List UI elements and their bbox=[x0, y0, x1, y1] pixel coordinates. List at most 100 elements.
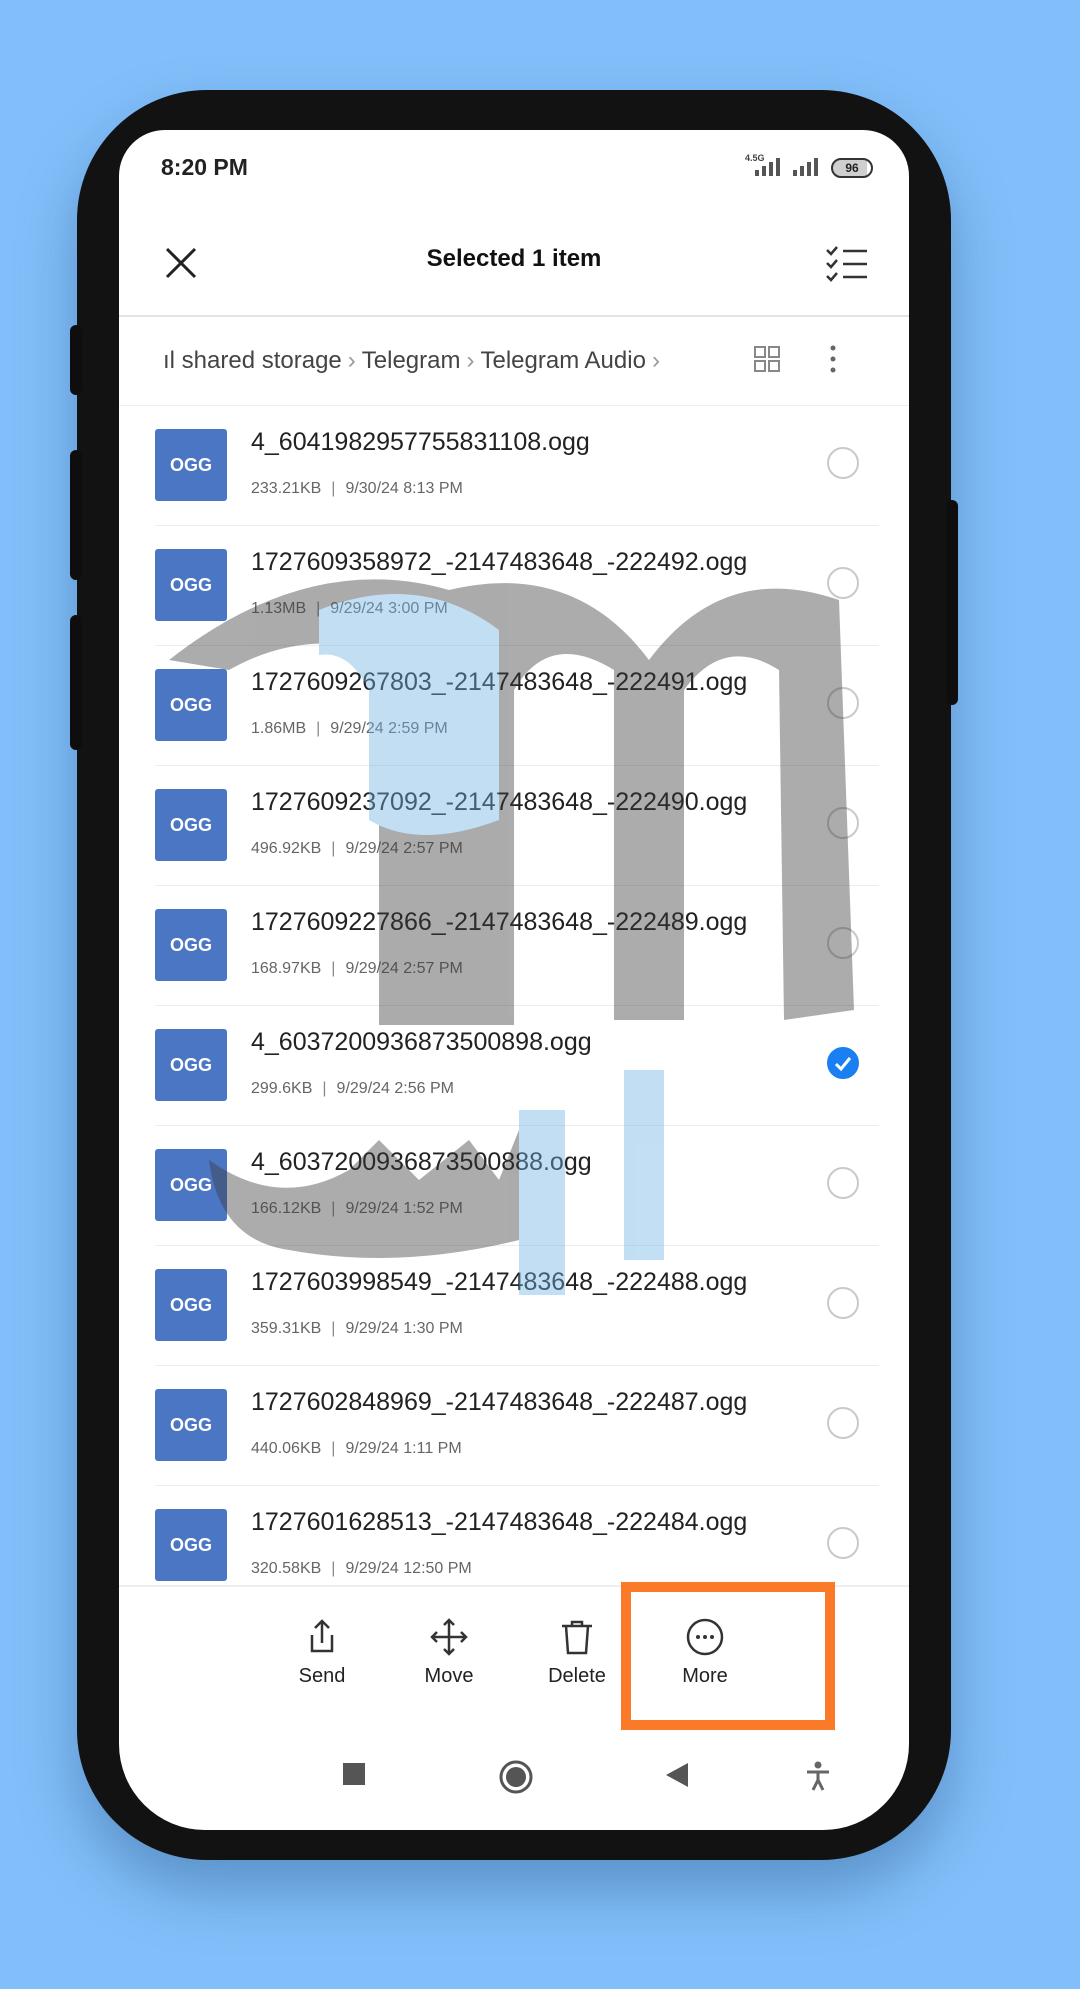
page-title: Selected 1 item bbox=[426, 245, 602, 272]
status-time: 8:20 PM bbox=[161, 154, 248, 180]
file-size: 320.58KB bbox=[251, 1560, 322, 1577]
file-name: 1727603998549_-2147483648_-222488.ogg bbox=[251, 1268, 748, 1296]
list-item[interactable]: OGG 1727602848969_-2147483648_-222487.og… bbox=[155, 1365, 879, 1486]
check-icon bbox=[834, 1057, 852, 1072]
grid-view-icon[interactable] bbox=[753, 345, 781, 373]
file-date: 9/29/24 1:30 PM bbox=[345, 1320, 463, 1337]
file-size: 1.13MB bbox=[251, 600, 307, 617]
ogg-file-icon: OGG bbox=[155, 1029, 227, 1101]
breadcrumb-item[interactable]: Telegram Audio bbox=[481, 347, 646, 374]
delete-button[interactable]: Delete bbox=[527, 1617, 627, 1688]
file-meta: 496.92KB | 9/29/24 2:57 PM bbox=[251, 840, 463, 857]
phone-screen: 8:20 PM 4.5G 96 Selected 1 item ıl share… bbox=[119, 130, 909, 1830]
file-size: 1.86MB bbox=[251, 720, 307, 737]
file-size: 359.31KB bbox=[251, 1320, 322, 1337]
file-meta: 1.13MB | 9/29/24 3:00 PM bbox=[251, 600, 448, 617]
battery-indicator: 96 bbox=[831, 158, 873, 178]
list-item[interactable]: OGG 1727609358972_-2147483648_-222492.og… bbox=[155, 525, 879, 646]
list-item[interactable]: OGG 1727603998549_-2147483648_-222488.og… bbox=[155, 1245, 879, 1366]
file-name: 1727609267803_-2147483648_-222491.ogg bbox=[251, 668, 748, 696]
file-date: 9/29/24 3:00 PM bbox=[330, 600, 448, 617]
file-name: 1727602848969_-2147483648_-222487.ogg bbox=[251, 1388, 748, 1416]
select-checkbox[interactable] bbox=[827, 927, 859, 959]
recents-icon[interactable] bbox=[341, 1761, 367, 1787]
more-vert-icon[interactable] bbox=[821, 343, 845, 375]
breadcrumb: ıl shared storage › Telegram › Telegram Audi… bbox=[119, 317, 909, 406]
ogg-file-icon: OGG bbox=[155, 1509, 227, 1581]
file-size: 233.21KB bbox=[251, 480, 322, 497]
file-date: 9/29/24 1:52 PM bbox=[345, 1200, 463, 1217]
select-checkbox[interactable] bbox=[827, 567, 859, 599]
phone-side-button bbox=[70, 325, 82, 395]
list-item[interactable]: OGG 1727609237092_-2147483648_-222490.og… bbox=[155, 765, 879, 886]
file-name: 4_6037200936873500888.ogg bbox=[251, 1148, 592, 1176]
chevron-right-icon: › bbox=[651, 347, 660, 374]
move-label: Move bbox=[424, 1665, 474, 1687]
file-meta: 166.12KB | 9/29/24 1:52 PM bbox=[251, 1200, 463, 1217]
file-meta: 440.06KB | 9/29/24 1:11 PM bbox=[251, 1440, 462, 1457]
file-meta: 233.21KB | 9/30/24 8:13 PM bbox=[251, 480, 463, 497]
file-size: 440.06KB bbox=[251, 1440, 322, 1457]
move-button[interactable]: Move bbox=[399, 1617, 499, 1688]
ogg-file-icon: OGG bbox=[155, 429, 227, 501]
selection-toolbar: Selected 1 item bbox=[119, 205, 909, 317]
file-date: 9/29/24 2:56 PM bbox=[336, 1080, 454, 1097]
file-name: 1727609227866_-2147483648_-222489.ogg bbox=[251, 908, 748, 936]
file-meta: 320.58KB | 9/29/24 12:50 PM bbox=[251, 1560, 472, 1577]
file-date: 9/29/24 2:59 PM bbox=[330, 720, 448, 737]
file-date: 9/30/24 8:13 PM bbox=[345, 480, 463, 497]
select-checkbox[interactable] bbox=[827, 1287, 859, 1319]
file-date: 9/29/24 12:50 PM bbox=[345, 1560, 472, 1577]
select-checkbox-checked[interactable] bbox=[827, 1047, 859, 1079]
file-meta: 359.31KB | 9/29/24 1:30 PM bbox=[251, 1320, 463, 1337]
phone-side-button bbox=[70, 450, 82, 580]
file-meta: 168.97KB | 9/29/24 2:57 PM bbox=[251, 960, 463, 977]
select-checkbox[interactable] bbox=[827, 687, 859, 719]
file-meta: 1.86MB | 9/29/24 2:59 PM bbox=[251, 720, 448, 737]
select-checkbox[interactable] bbox=[827, 807, 859, 839]
select-checkbox[interactable] bbox=[827, 1407, 859, 1439]
file-date: 9/29/24 2:57 PM bbox=[345, 840, 463, 857]
file-meta: 299.6KB | 9/29/24 2:56 PM bbox=[251, 1080, 454, 1097]
ogg-file-icon: OGG bbox=[155, 789, 227, 861]
list-item[interactable]: OGG 4_6041982957755831108.ogg 233.21KB | 9… bbox=[155, 405, 879, 526]
select-checkbox[interactable] bbox=[827, 1167, 859, 1199]
breadcrumb-item[interactable]: ıl shared storage bbox=[163, 347, 342, 374]
move-arrows-icon bbox=[430, 1618, 468, 1656]
select-checkbox[interactable] bbox=[827, 447, 859, 479]
ogg-file-icon: OGG bbox=[155, 1269, 227, 1341]
home-icon[interactable] bbox=[498, 1759, 534, 1795]
ogg-file-icon: OGG bbox=[155, 909, 227, 981]
file-size: 299.6KB bbox=[251, 1080, 313, 1097]
breadcrumb-item[interactable]: Telegram bbox=[362, 347, 461, 374]
ogg-file-icon: OGG bbox=[155, 669, 227, 741]
chevron-right-icon: › bbox=[347, 347, 356, 374]
send-label: Send bbox=[298, 1665, 346, 1687]
list-item[interactable]: OGG 4_6037200936873500898.ogg 299.6KB | 9/… bbox=[155, 1005, 879, 1126]
signal-icon bbox=[755, 158, 780, 176]
file-date: 9/29/24 1:11 PM bbox=[345, 1440, 462, 1457]
list-item[interactable]: OGG 1727609267803_-2147483648_-222491.og… bbox=[155, 645, 879, 766]
file-size: 168.97KB bbox=[251, 960, 322, 977]
status-bar: 8:20 PM 4.5G 96 bbox=[119, 130, 909, 205]
system-nav-bar bbox=[119, 1733, 909, 1830]
list-item[interactable]: OGG 1727601628513_-2147483648_-222484.og… bbox=[155, 1485, 879, 1585]
send-button[interactable]: Send bbox=[272, 1617, 372, 1688]
signal-icon bbox=[793, 158, 818, 176]
file-name: 4_6041982957755831108.ogg bbox=[251, 428, 590, 456]
highlight-box bbox=[621, 1582, 835, 1730]
file-name: 1727609358972_-2147483648_-222492.ogg bbox=[251, 548, 748, 576]
back-icon[interactable] bbox=[664, 1761, 690, 1789]
chevron-right-icon: › bbox=[466, 347, 475, 374]
select-checkbox[interactable] bbox=[827, 1527, 859, 1559]
select-all-icon[interactable] bbox=[825, 243, 869, 283]
list-item[interactable]: OGG 1727609227866_-2147483648_-222489.og… bbox=[155, 885, 879, 1006]
list-item[interactable]: OGG 4_6037200936873500888.ogg 166.12KB | 9… bbox=[155, 1125, 879, 1246]
file-list: OGG 4_6041982957755831108.ogg 233.21KB | 9… bbox=[119, 405, 909, 1585]
trash-icon bbox=[562, 1620, 592, 1655]
file-name: 1727609237092_-2147483648_-222490.ogg bbox=[251, 788, 748, 816]
file-size: 166.12KB bbox=[251, 1200, 322, 1217]
accessibility-icon[interactable] bbox=[805, 1761, 831, 1791]
ogg-file-icon: OGG bbox=[155, 549, 227, 621]
action-bar: Send Move Delete More bbox=[119, 1582, 909, 1735]
